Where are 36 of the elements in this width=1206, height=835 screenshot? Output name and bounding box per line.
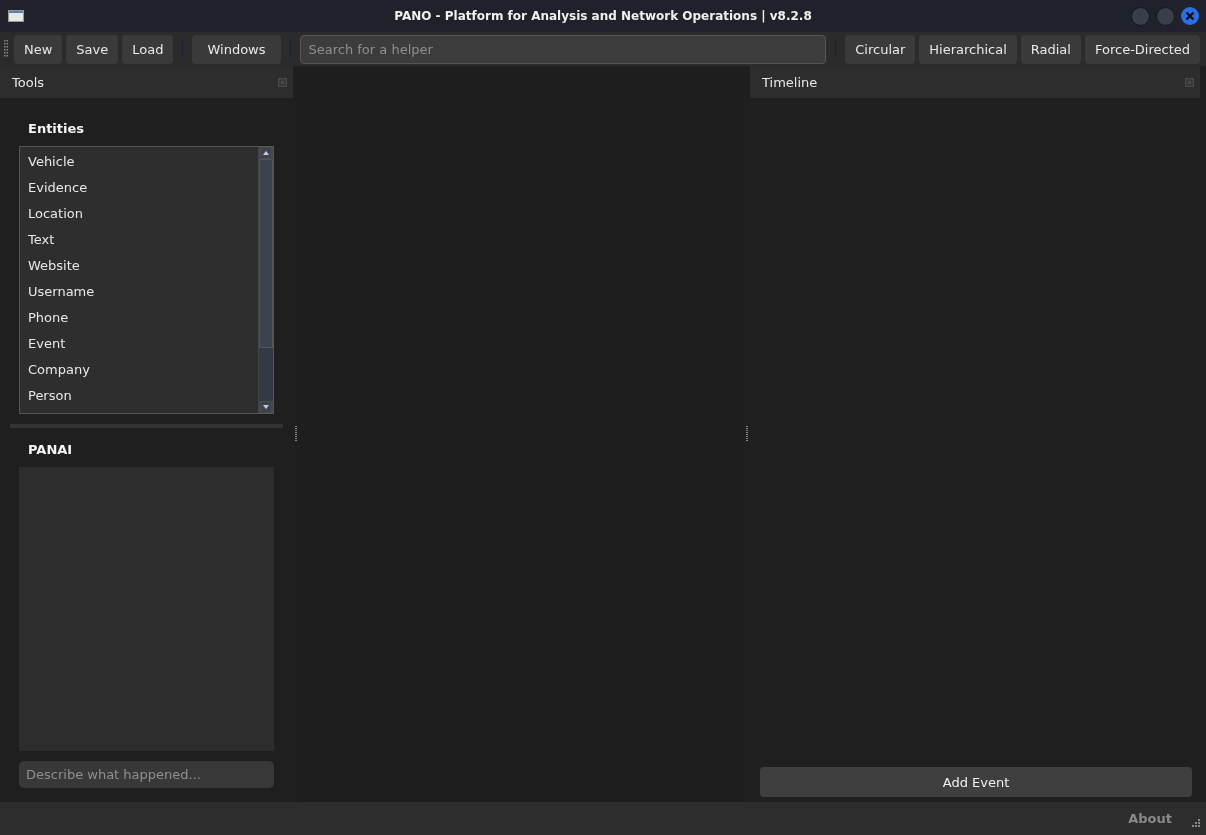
- size-grip-icon[interactable]: [1190, 819, 1200, 829]
- layout-button[interactable]: Hierarchical: [919, 34, 1017, 64]
- toolbar-button[interactable]: Load: [122, 34, 174, 64]
- splitter-handle-icon[interactable]: [295, 426, 297, 442]
- layout-button[interactable]: Radial: [1020, 34, 1081, 64]
- section-heading: Entities: [27, 120, 86, 138]
- panel-title: Timeline: [762, 74, 818, 90]
- toolbar-button[interactable]: New: [14, 34, 63, 64]
- splitter-handle-icon[interactable]: [746, 426, 748, 442]
- describe-field[interactable]: Describe what happened...: [19, 761, 274, 788]
- entity-list-item[interactable]: Location: [20, 201, 258, 227]
- add-event-button[interactable]: Add Event: [760, 767, 1192, 797]
- toolbar-grip-icon: [4, 40, 8, 58]
- window-icon: [8, 10, 24, 22]
- layout-button[interactable]: Force-Directed: [1084, 34, 1200, 64]
- entity-list-item[interactable]: Evidence: [20, 175, 258, 201]
- entity-list-item[interactable]: Vehicle: [20, 149, 258, 175]
- entity-list-item[interactable]: Website: [20, 253, 258, 279]
- layout-button[interactable]: Circular: [845, 34, 916, 64]
- entity-list-item[interactable]: Company: [20, 357, 258, 383]
- search-field[interactable]: Search for a helper: [299, 34, 827, 64]
- scrollbar[interactable]: [258, 147, 273, 413]
- entity-list-item[interactable]: Phone: [20, 305, 258, 331]
- scroll-down-icon[interactable]: [259, 401, 273, 413]
- about-link[interactable]: About: [1128, 811, 1172, 826]
- close-icon[interactable]: [1181, 7, 1199, 25]
- entity-list-item[interactable]: Person: [20, 383, 258, 409]
- entity-list-item[interactable]: Event: [20, 331, 258, 357]
- toolbar-button[interactable]: Save: [66, 34, 119, 64]
- window-title: PANO - Platform for Analysis and Network Operations | v8.2.8: [394, 9, 812, 23]
- panel-title: Tools: [12, 74, 45, 90]
- windows-button[interactable]: Windows: [192, 34, 281, 64]
- entity-list-item[interactable]: Username: [20, 279, 258, 305]
- entity-list-item[interactable]: Text: [20, 227, 258, 253]
- scroll-up-icon[interactable]: [259, 147, 273, 159]
- section-heading: PANAI: [27, 441, 74, 459]
